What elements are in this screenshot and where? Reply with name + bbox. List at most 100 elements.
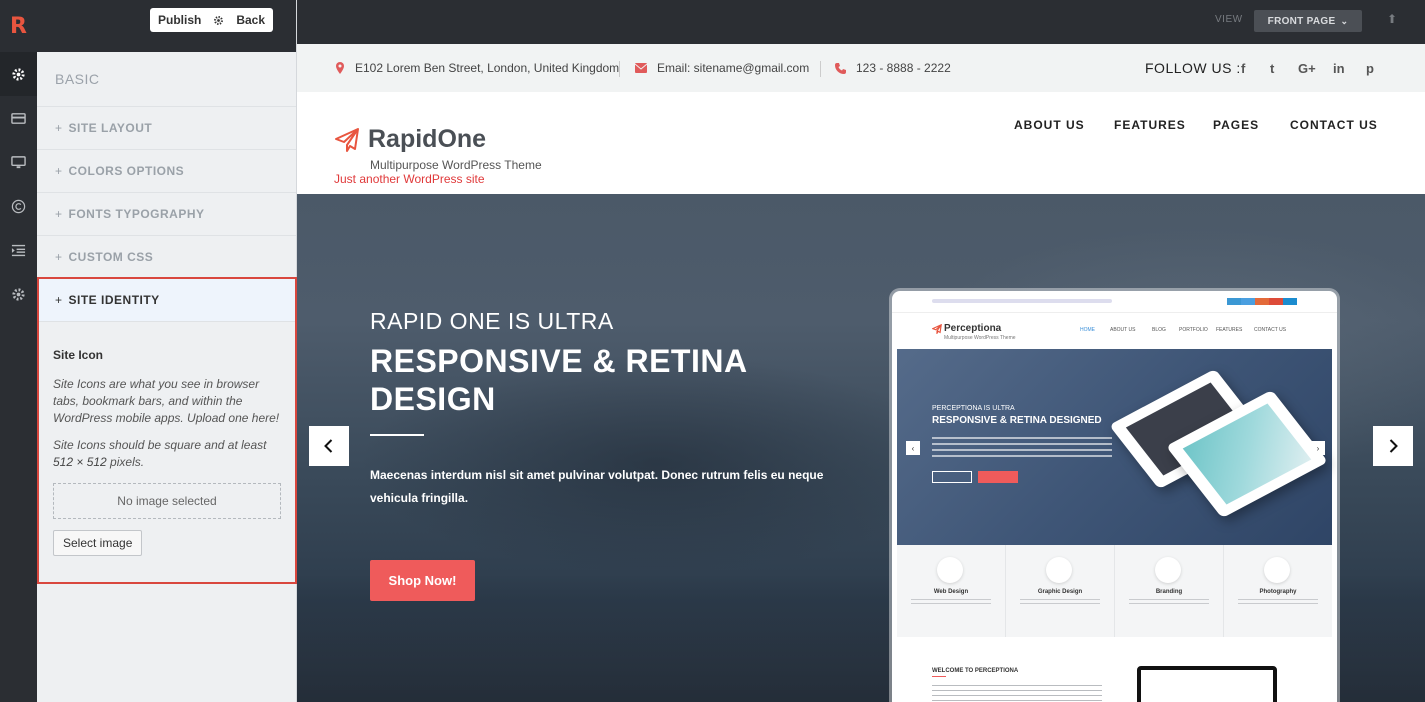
size-note-suffix: pixels. <box>106 455 145 469</box>
preview-toolbar: VIEW FRONT PAGE ⌄ ⬆ <box>297 0 1425 44</box>
divider <box>619 61 620 77</box>
mockup-purchase-button <box>978 471 1018 483</box>
email-text[interactable]: Email: sitename@gmail.com <box>657 61 809 75</box>
publish-settings-gear-icon[interactable] <box>209 8 228 32</box>
google-plus-icon[interactable]: G+ <box>1298 61 1316 76</box>
cube-icon <box>1155 557 1181 583</box>
mockup-feature-text <box>911 599 991 607</box>
plus-icon: + <box>55 207 63 221</box>
theme-mockup-image: Perceptiona Multipurpose WordPress Theme… <box>892 291 1337 702</box>
shop-now-button[interactable]: Shop Now! <box>370 560 475 601</box>
site-description: Just another WordPress site <box>334 172 485 186</box>
accordion-custom-css[interactable]: + CUSTOM CSS <box>37 235 296 278</box>
card-icon[interactable] <box>0 96 37 140</box>
mockup-feature-text <box>1238 599 1318 607</box>
nav-contact-us[interactable]: CONTACT US <box>1290 118 1378 132</box>
back-button[interactable]: Back <box>228 8 273 32</box>
site-title: RapidOne <box>368 125 487 153</box>
arrow-up-icon[interactable]: ⬆ <box>1387 12 1397 26</box>
nav-pages[interactable]: PAGES <box>1213 118 1259 132</box>
accordion-site-layout[interactable]: + SITE LAYOUT <box>37 106 296 149</box>
leaf-icon <box>1264 557 1290 583</box>
mockup-chevron-right-icon: › <box>1311 441 1325 455</box>
accordion-label: SITE IDENTITY <box>68 293 160 307</box>
mockup-features: Web Design Graphic Design Branding Photo… <box>897 545 1332 637</box>
mockup-welcome-divider <box>932 676 946 677</box>
paper-plane-icon <box>335 127 359 152</box>
phone-icon <box>835 62 846 74</box>
mockup-feature-text <box>1020 599 1100 607</box>
mockup-nav-item: CONTACT US <box>1254 327 1287 333</box>
view-label: VIEW <box>1215 14 1243 25</box>
hero-description: Maecenas interdum nisl sit amet pulvinar… <box>370 468 824 505</box>
mockup-feature: Web Design <box>897 545 1006 637</box>
site-tagline: Multipurpose WordPress Theme <box>370 158 542 172</box>
nav-features[interactable]: FEATURES <box>1114 118 1186 132</box>
section-title: BASIC <box>55 71 100 87</box>
mockup-welcome-text <box>932 685 1102 702</box>
size-note-prefix: Site Icons should be square and at least <box>53 438 267 452</box>
phone-text: 123 - 8888 - 2222 <box>856 61 951 75</box>
mockup-info-bar <box>932 299 1112 303</box>
mockup-device-image <box>1137 666 1277 702</box>
mockup-paper-plane-icon <box>932 324 942 334</box>
mockup-feature: Graphic Design <box>1006 545 1115 637</box>
mockup-subtitle: Multipurpose WordPress Theme <box>944 335 1016 341</box>
mockup-hero-text <box>932 437 1112 461</box>
mockup-header: Perceptiona Multipurpose WordPress Theme… <box>892 313 1337 351</box>
site-icon-description: Site Icons are what you see in browser t… <box>53 377 280 425</box>
mockup-feature-label: Web Design <box>933 589 969 595</box>
accordion-site-identity[interactable]: + SITE IDENTITY <box>39 279 295 322</box>
mockup-nav-item: FEATURES <box>1216 327 1243 333</box>
site-brand[interactable]: RapidOne <box>334 125 486 154</box>
chevron-down-icon: ⌄ <box>1340 15 1349 26</box>
mockup-topbar <box>892 291 1337 313</box>
hero-slider: RAPID ONE IS ULTRA RESPONSIVE & RETINA D… <box>297 194 1425 702</box>
copyright-icon[interactable] <box>0 184 37 228</box>
cog-icon[interactable] <box>0 272 37 316</box>
signal-icon <box>937 557 963 583</box>
facebook-icon[interactable]: f <box>1241 61 1245 76</box>
accordion-label: SITE LAYOUT <box>68 121 153 135</box>
email-item: Email: sitename@gmail.com <box>635 61 809 75</box>
plus-icon: + <box>55 293 63 307</box>
phone-item: 123 - 8888 - 2222 <box>835 61 951 75</box>
site-icon-title: Site Icon <box>53 348 104 362</box>
accordion-colors-options[interactable]: + COLORS OPTIONS <box>37 149 296 192</box>
slider-prev-button[interactable] <box>309 426 349 466</box>
app-logo[interactable]: R <box>0 0 37 52</box>
mockup-nav-item: BLOG <box>1152 327 1166 333</box>
mockup-nav-item: PORTFOLIO <box>1179 327 1208 333</box>
mockup-welcome-heading: WELCOME TO PERCEPTIONA <box>932 668 1019 674</box>
mockup-feature-label: Branding <box>1155 589 1183 595</box>
plus-icon: + <box>55 164 63 178</box>
nav-about-us[interactable]: ABOUT US <box>1014 118 1085 132</box>
hero-heading: RESPONSIVE & RETINA DESIGN <box>370 343 747 417</box>
monitor-icon[interactable] <box>0 140 37 184</box>
select-image-button[interactable]: Select image <box>53 530 143 556</box>
mockup-read-more-button <box>932 471 972 483</box>
site-preview: E102 Lorem Ben Street, London, United Ki… <box>297 44 1425 702</box>
site-identity-body: Site Icon Site Icons are what you see in… <box>39 322 295 556</box>
gear-icon[interactable] <box>0 52 37 96</box>
image-placeholder: No image selected <box>53 483 281 519</box>
linkedin-icon[interactable]: in <box>1333 61 1345 76</box>
twitter-icon[interactable]: t <box>1270 61 1274 76</box>
accordion-fonts-typography[interactable]: + FONTS TYPOGRAPHY <box>37 192 296 235</box>
pinterest-icon[interactable]: p <box>1366 61 1374 76</box>
site-info-bar: E102 Lorem Ben Street, London, United Ki… <box>297 44 1425 92</box>
accordion-label: FONTS TYPOGRAPHY <box>68 207 205 221</box>
mockup-chevron-left-icon: ‹ <box>906 441 920 455</box>
slider-next-button[interactable] <box>1373 426 1413 466</box>
mockup-hero: PERCEPTIONA IS ULTRA RESPONSIVE & RETINA… <box>897 349 1332 545</box>
map-pin-icon <box>336 62 344 74</box>
divider <box>820 61 821 77</box>
site-icon-size-note: Site Icons should be square and at least… <box>53 437 281 471</box>
view-dropdown[interactable]: FRONT PAGE ⌄ <box>1254 10 1362 32</box>
follow-us-label: FOLLOW US : <box>1145 60 1241 76</box>
site-identity-section: + SITE IDENTITY Site Icon Site Icons are … <box>37 277 297 584</box>
site-header: RapidOne Multipurpose WordPress Theme Ju… <box>297 92 1425 194</box>
publish-button[interactable]: Publish <box>150 8 209 32</box>
mockup-feature-label: Photography <box>1259 589 1297 595</box>
list-indent-icon[interactable] <box>0 228 37 272</box>
